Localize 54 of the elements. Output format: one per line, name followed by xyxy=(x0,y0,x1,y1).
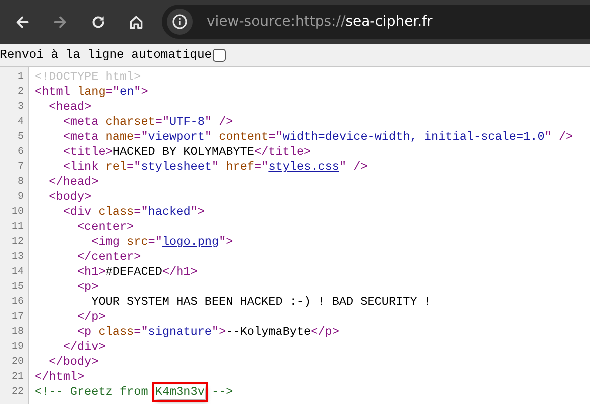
line-number: 13 xyxy=(0,250,29,265)
url-text: view-source:https://sea-cipher.fr xyxy=(207,14,433,30)
code-line: <!-- Greetz from K4m3n3v --> xyxy=(29,385,234,400)
line-number: 7 xyxy=(0,160,29,175)
home-icon xyxy=(128,14,144,30)
code-line: <html lang="en"> xyxy=(34,85,148,100)
source-link[interactable]: logo.png xyxy=(162,235,220,249)
code-line: <p class="signature">--KolymaByte</p> xyxy=(76,325,340,340)
line-number: 8 xyxy=(0,175,29,190)
line-number: 10 xyxy=(0,205,29,220)
line-number: 5 xyxy=(0,130,29,145)
line-number: 9 xyxy=(0,190,29,205)
line-number: 1 xyxy=(0,70,29,85)
code-line: <h1>#DEFACED</h1> xyxy=(76,265,198,280)
code-line: </div> xyxy=(62,340,106,355)
line-number: 22 xyxy=(0,385,29,400)
line-number: 14 xyxy=(0,265,29,280)
code-line: <img src="logo.png"> xyxy=(90,235,234,250)
code-line: </body> xyxy=(48,355,99,370)
line-number: 11 xyxy=(0,220,29,235)
code-line: </p> xyxy=(76,310,106,325)
source-link[interactable]: styles.css xyxy=(268,160,340,174)
code-line: </html> xyxy=(34,370,85,385)
code-line: </head> xyxy=(48,175,99,190)
code-line: <!DOCTYPE html> xyxy=(34,70,142,85)
code-line: <meta charset="UTF-8" /> xyxy=(62,115,234,130)
code-line: <meta name="viewport" content="width=device-width, initial-scale=1.0" /> xyxy=(62,130,574,145)
wrap-checkbox[interactable] xyxy=(213,48,226,62)
line-number: 4 xyxy=(0,115,29,130)
line-number: 15 xyxy=(0,280,29,295)
code-line: <head> xyxy=(48,100,92,115)
highlighted-text: K4m3n3v xyxy=(155,385,205,399)
line-number: 16 xyxy=(0,295,29,310)
line-number: 18 xyxy=(0,325,29,340)
code-line: <body> xyxy=(48,190,92,205)
code-line: <div class="hacked"> xyxy=(62,205,205,220)
code-line: <link rel="stylesheet" href="styles.css" /> xyxy=(62,160,368,175)
code-line: YOUR SYSTEM HAS BEEN HACKED :-) ! BAD SECURITY ! xyxy=(90,295,432,310)
code-line: </center> xyxy=(76,250,142,265)
code-line: <p> xyxy=(76,280,99,295)
wrap-label: Renvoi à la ligne automatique xyxy=(0,48,212,62)
code-line: <title>HACKED BY KOLYMABYTE</title> xyxy=(62,145,312,160)
line-number: 6 xyxy=(0,145,29,160)
line-number: 19 xyxy=(0,340,29,355)
code-line: <center> xyxy=(76,220,134,235)
line-number: 2 xyxy=(0,85,29,100)
line-number: 21 xyxy=(0,370,29,385)
reload-icon xyxy=(90,14,106,30)
line-number: 3 xyxy=(0,100,29,115)
line-number: 12 xyxy=(0,235,29,250)
line-number: 20 xyxy=(0,355,29,370)
info-icon[interactable] xyxy=(167,9,193,35)
address-bar[interactable]: view-source:https://sea-cipher.fr xyxy=(162,5,590,39)
line-number: 17 xyxy=(0,310,29,325)
